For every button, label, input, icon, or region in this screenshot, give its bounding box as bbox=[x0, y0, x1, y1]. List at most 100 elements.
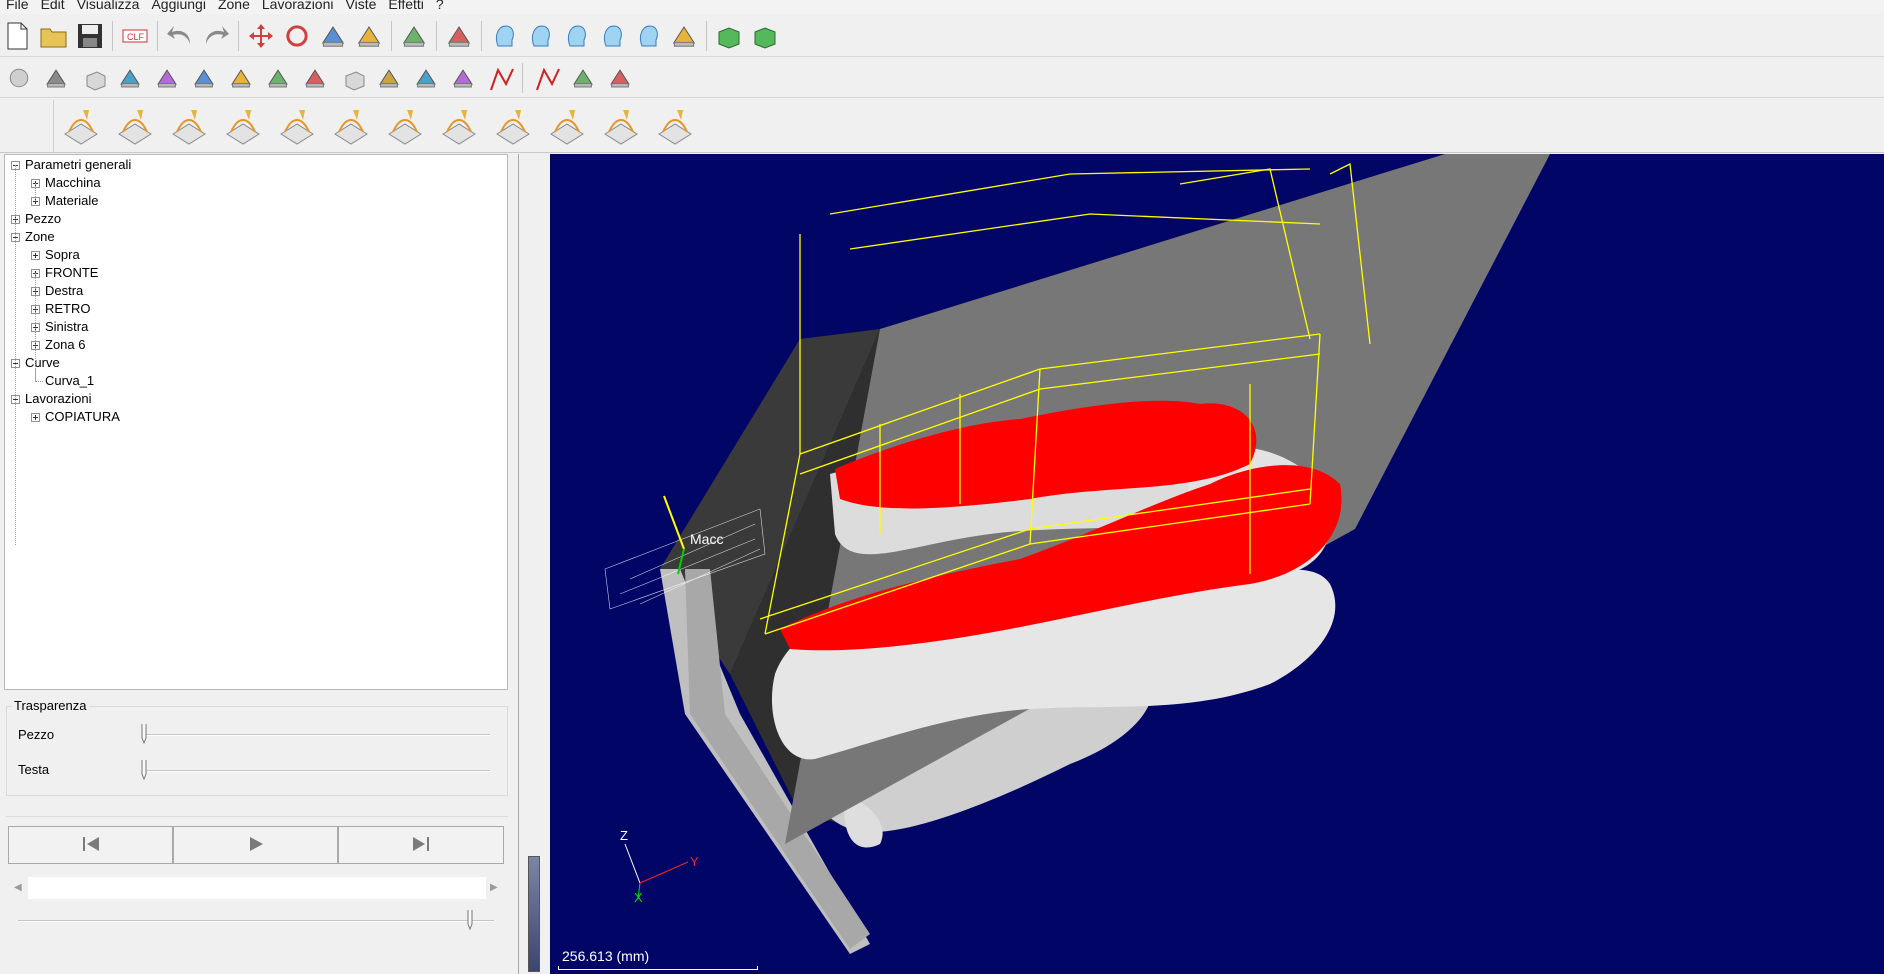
hand-view-top-button[interactable] bbox=[630, 18, 666, 54]
timeline-scrollbar[interactable]: ◀ ▶ bbox=[10, 877, 504, 899]
stepdown-button[interactable] bbox=[324, 100, 378, 152]
menu-viste[interactable]: Viste bbox=[340, 0, 383, 11]
box-small-button[interactable] bbox=[333, 60, 370, 96]
tree-item-pezzo[interactable]: Pezzo bbox=[11, 210, 61, 228]
scale-button[interactable] bbox=[315, 18, 351, 54]
head-view-front-button[interactable] bbox=[486, 18, 522, 54]
dish-button[interactable] bbox=[185, 60, 222, 96]
3d-viewport[interactable]: Macc Z Y X 256.613 (mm) bbox=[550, 154, 1884, 974]
move-button[interactable] bbox=[243, 18, 279, 54]
menu-effetti[interactable]: Effetti bbox=[382, 0, 430, 11]
redo-icon bbox=[200, 20, 232, 52]
axis-arrow-button[interactable] bbox=[648, 100, 702, 152]
pezzo-slider-thumb[interactable] bbox=[141, 724, 147, 745]
polyline-button[interactable] bbox=[481, 60, 518, 96]
head-view-right-button[interactable] bbox=[522, 18, 558, 54]
knurl-button[interactable] bbox=[601, 60, 638, 96]
tree-item-zona-6[interactable]: Zona 6 bbox=[31, 336, 85, 354]
plane-view-button[interactable] bbox=[666, 18, 702, 54]
menu-zone[interactable]: Zone bbox=[212, 0, 256, 11]
tree-item-destra[interactable]: Destra bbox=[31, 282, 83, 300]
rotate-button[interactable] bbox=[279, 18, 315, 54]
expand-icon[interactable] bbox=[31, 250, 40, 260]
cone-button[interactable] bbox=[37, 60, 74, 96]
play-button[interactable] bbox=[173, 826, 338, 864]
tree-item-curva-1[interactable]: Curva_1 bbox=[45, 372, 94, 390]
box-green-multi-button[interactable] bbox=[747, 18, 783, 54]
cube-button[interactable] bbox=[74, 60, 111, 96]
undo-button[interactable] bbox=[162, 18, 198, 54]
tree-item-sopra[interactable]: Sopra bbox=[31, 246, 80, 264]
vase-rotary-arrows-button[interactable] bbox=[540, 100, 594, 152]
torus-button[interactable] bbox=[259, 60, 296, 96]
pocket-button[interactable] bbox=[162, 100, 216, 152]
tree-item-label: Pezzo bbox=[25, 211, 62, 226]
toolbar-separator bbox=[112, 20, 113, 51]
relief-icon bbox=[443, 20, 475, 52]
roughing-button[interactable] bbox=[54, 100, 108, 152]
lathe-button[interactable] bbox=[296, 60, 333, 96]
pad-button[interactable] bbox=[378, 100, 432, 152]
save-button[interactable] bbox=[72, 18, 108, 54]
scale-bar bbox=[558, 966, 758, 970]
pocket-icon bbox=[167, 104, 211, 148]
clf-import-button[interactable]: CLF bbox=[117, 18, 153, 54]
head-view-left-button[interactable] bbox=[558, 18, 594, 54]
tree-item-lavorazioni[interactable]: Lavorazioni bbox=[11, 390, 92, 408]
scroll-left-icon[interactable]: ◀ bbox=[14, 882, 22, 893]
redo-button[interactable] bbox=[198, 18, 234, 54]
expand-icon[interactable] bbox=[31, 412, 40, 422]
project-tree[interactable]: Parametri generali Macchina Materiale Pezzo… bbox=[4, 154, 508, 690]
tree-item-fronte[interactable]: FRONTE bbox=[31, 264, 98, 282]
sphere-finish-button[interactable] bbox=[432, 100, 486, 152]
relief-button[interactable] bbox=[441, 18, 477, 54]
mold-button[interactable] bbox=[564, 60, 601, 96]
layers-button[interactable] bbox=[396, 18, 432, 54]
menu-visualizza[interactable]: Visualizza bbox=[71, 0, 146, 11]
plane-cut-button[interactable] bbox=[148, 60, 185, 96]
tree-item-label: Macchina bbox=[45, 175, 101, 190]
vase-rotary-button[interactable] bbox=[486, 100, 540, 152]
curve-surface-button[interactable] bbox=[407, 60, 444, 96]
ribbon-button[interactable] bbox=[222, 60, 259, 96]
path-button[interactable] bbox=[444, 60, 481, 96]
menu-help[interactable]: ? bbox=[430, 0, 450, 11]
zigzag-toolpath-button[interactable] bbox=[108, 100, 162, 152]
tree-item-materiale[interactable]: Materiale bbox=[31, 192, 98, 210]
new-file-button[interactable] bbox=[0, 18, 36, 54]
cut-button[interactable] bbox=[351, 18, 387, 54]
menu-aggiungi[interactable]: Aggiungi bbox=[145, 0, 212, 11]
testa-slider-track[interactable] bbox=[144, 770, 490, 772]
tree-item-copiatura[interactable]: COPIATURA bbox=[31, 408, 120, 426]
scrollbar-track[interactable] bbox=[28, 877, 486, 899]
zigzag-toolpath-icon bbox=[113, 104, 157, 148]
skip-back-button[interactable] bbox=[8, 826, 173, 864]
scroll-right-icon[interactable]: ▶ bbox=[490, 882, 498, 893]
pezzo-slider-track[interactable] bbox=[144, 734, 490, 736]
speed-slider-track[interactable] bbox=[18, 920, 494, 922]
hand-view-button[interactable] bbox=[594, 18, 630, 54]
tree-item-label: Sopra bbox=[45, 247, 80, 262]
box-green-button[interactable] bbox=[711, 18, 747, 54]
funnel-button[interactable] bbox=[111, 60, 148, 96]
tree-item-zone[interactable]: Zone bbox=[11, 228, 55, 246]
flat-finish-button[interactable] bbox=[216, 100, 270, 152]
text-button[interactable] bbox=[370, 60, 407, 96]
tree-item-parametri-generali[interactable]: Parametri generali bbox=[11, 156, 131, 174]
sphere-button[interactable] bbox=[0, 60, 37, 96]
skip-forward-button[interactable] bbox=[338, 826, 504, 864]
speed-slider-thumb[interactable] bbox=[467, 910, 473, 931]
tree-item-label: Sinistra bbox=[45, 319, 89, 334]
polygon-button[interactable] bbox=[527, 60, 564, 96]
tree-item-retro[interactable]: RETRO bbox=[31, 300, 91, 318]
menu-edit[interactable]: Edit bbox=[35, 0, 71, 11]
tree-item-sinistra[interactable]: Sinistra bbox=[31, 318, 88, 336]
menu-file[interactable]: File bbox=[0, 0, 35, 11]
testa-slider-thumb[interactable] bbox=[141, 760, 147, 781]
menu-lavorazioni[interactable]: Lavorazioni bbox=[256, 0, 340, 11]
panel-splitter[interactable] bbox=[514, 154, 550, 974]
open-folder-button[interactable] bbox=[36, 18, 72, 54]
tree-item-macchina[interactable]: Macchina bbox=[31, 174, 101, 192]
spiral-cone-button[interactable] bbox=[270, 100, 324, 152]
cone-surface-button[interactable] bbox=[594, 100, 648, 152]
